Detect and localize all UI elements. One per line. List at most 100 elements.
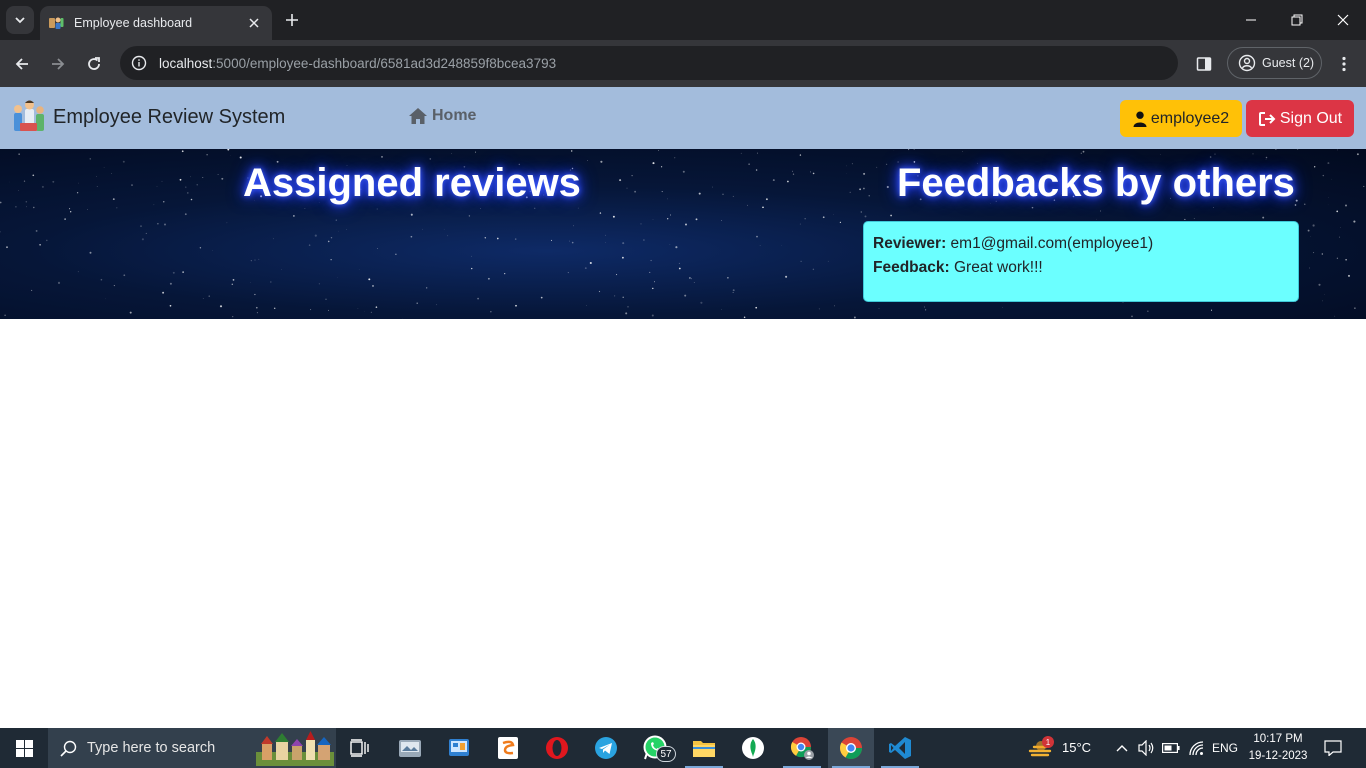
- search-icon: [60, 740, 77, 757]
- browser-toolbar: localhost:5000/employee-dashboard/6581ad…: [0, 40, 1366, 87]
- battery-icon: [1162, 743, 1180, 753]
- employee-favicon-icon: [49, 17, 64, 29]
- windows-logo-icon: [15, 739, 33, 757]
- show-hidden-icons-button[interactable]: [1114, 738, 1130, 758]
- close-tab-icon[interactable]: [244, 13, 264, 33]
- url-text: localhost:5000/employee-dashboard/6581ad…: [159, 56, 556, 71]
- taskbar-search-box[interactable]: Type here to search: [48, 728, 336, 768]
- temperature-text[interactable]: 15°C: [1062, 740, 1091, 755]
- network-button[interactable]: [1186, 738, 1206, 758]
- search-highlight-illustration: [256, 731, 334, 766]
- app-navbar: Employee Review System Home employee2 Si…: [0, 87, 1366, 149]
- mongodb-icon: [742, 737, 764, 759]
- folder-icon: [693, 741, 715, 757]
- photos-app-icon: [399, 740, 421, 757]
- url-host: localhost: [159, 55, 213, 71]
- back-button[interactable]: [8, 50, 36, 78]
- whatsapp-unread-badge: 57: [656, 746, 676, 762]
- sign-out-label: Sign Out: [1279, 109, 1343, 127]
- start-button[interactable]: [0, 728, 48, 768]
- chrome-profile-icon: [790, 737, 814, 760]
- close-icon: [1337, 14, 1349, 26]
- sign-out-icon: [1258, 111, 1276, 126]
- taskbar-app-mongodb-compass[interactable]: [730, 728, 776, 768]
- reload-icon: [88, 57, 100, 70]
- plus-icon: [286, 14, 298, 26]
- weather-alert-badge: 1: [1042, 736, 1054, 748]
- tab-search-button[interactable]: [6, 6, 34, 34]
- taskbar-app-photos[interactable]: [387, 728, 433, 768]
- input-language-indicator[interactable]: ENG: [1212, 741, 1238, 755]
- home-icon: [409, 108, 427, 124]
- url-path: :5000/employee-dashboard/6581ad3d248859f…: [212, 55, 557, 71]
- dashboard-content: Assigned reviews Feedbacks by others Rev…: [0, 149, 1366, 319]
- weather-widget[interactable]: [1018, 728, 1064, 768]
- notification-center-button[interactable]: [1322, 738, 1344, 758]
- chevron-down-icon: [15, 17, 25, 24]
- feedback-line: Feedback: Great work!!!: [873, 256, 1289, 280]
- telegram-icon: [595, 737, 617, 759]
- reload-button[interactable]: [80, 50, 108, 78]
- taskbar-app-file-explorer[interactable]: [681, 728, 727, 768]
- opera-icon: [546, 737, 568, 759]
- feedback-card: Reviewer: em1@gmail.com(employee1) Feedb…: [863, 221, 1299, 302]
- tab-title: Employee dashboard: [74, 16, 193, 30]
- nav-home-link[interactable]: Home: [408, 107, 476, 125]
- profile-label: Guest (2): [1262, 56, 1315, 70]
- more-vertical-icon: [1342, 56, 1346, 72]
- browser-tab-strip: Employee dashboard: [0, 0, 1366, 40]
- guest-profile-icon: [1238, 54, 1256, 72]
- control-panel-icon: [449, 739, 469, 756]
- taskbar-app-telegram[interactable]: [583, 728, 629, 768]
- brand[interactable]: Employee Review System: [12, 99, 285, 135]
- chevron-up-icon: [1116, 745, 1128, 752]
- taskbar-app-sublime[interactable]: [485, 728, 531, 768]
- battery-button[interactable]: [1161, 738, 1181, 758]
- brand-name: Employee Review System: [53, 105, 286, 128]
- feedback-value: Great work!!!: [953, 259, 1043, 276]
- task-view-icon: [350, 739, 369, 757]
- taskbar-app-vscode[interactable]: [877, 728, 923, 768]
- chrome-icon: [840, 737, 862, 759]
- reviewer-value: em1@gmail.com(employee1): [950, 235, 1154, 252]
- taskbar-app-chrome-profile[interactable]: [779, 728, 825, 768]
- taskbar-app-chrome[interactable]: [828, 728, 874, 768]
- clock-time: 10:17 PM: [1253, 733, 1303, 745]
- task-view-button[interactable]: [337, 728, 383, 768]
- wifi-icon: [1189, 741, 1204, 756]
- new-tab-button[interactable]: [280, 8, 304, 32]
- feedbacks-title: Feedbacks by others: [897, 161, 1295, 205]
- tab-employee-dashboard[interactable]: Employee dashboard: [40, 6, 272, 40]
- speaker-icon: [1138, 740, 1154, 756]
- address-bar[interactable]: localhost:5000/employee-dashboard/6581ad…: [120, 46, 1178, 80]
- arrow-left-icon: [15, 58, 28, 70]
- taskbar-app-opera[interactable]: [534, 728, 580, 768]
- taskbar-clock[interactable]: 10:17 PM 19-12-2023: [1246, 731, 1310, 765]
- vscode-icon: [889, 737, 911, 759]
- side-panel-icon: [1196, 57, 1212, 71]
- user-icon: [1133, 111, 1147, 127]
- taskbar-app-control-panel[interactable]: [436, 728, 482, 768]
- restore-icon: [1291, 14, 1303, 26]
- user-button-label: employee2: [1150, 109, 1230, 127]
- side-panel-button[interactable]: [1192, 52, 1216, 76]
- search-placeholder: Type here to search: [87, 740, 216, 756]
- assigned-reviews-title: Assigned reviews: [243, 161, 581, 205]
- user-profile-button[interactable]: employee2: [1120, 100, 1242, 137]
- code-editor-app-icon: [498, 737, 518, 759]
- minimize-icon: [1246, 19, 1256, 21]
- minimize-window-button[interactable]: [1228, 0, 1274, 40]
- employees-logo-icon: [14, 100, 44, 131]
- site-info-icon[interactable]: [130, 54, 148, 72]
- forward-button[interactable]: [44, 50, 72, 78]
- volume-button[interactable]: [1137, 738, 1157, 758]
- feedback-label: Feedback:: [873, 259, 950, 276]
- restore-window-button[interactable]: [1274, 0, 1320, 40]
- profile-button[interactable]: Guest (2): [1227, 47, 1322, 79]
- close-window-button[interactable]: [1320, 0, 1366, 40]
- clock-date: 19-12-2023: [1248, 750, 1308, 762]
- browser-menu-button[interactable]: [1332, 52, 1356, 76]
- nav-home-label: Home: [432, 107, 477, 124]
- reviewer-label: Reviewer:: [873, 235, 947, 252]
- sign-out-button[interactable]: Sign Out: [1246, 100, 1354, 137]
